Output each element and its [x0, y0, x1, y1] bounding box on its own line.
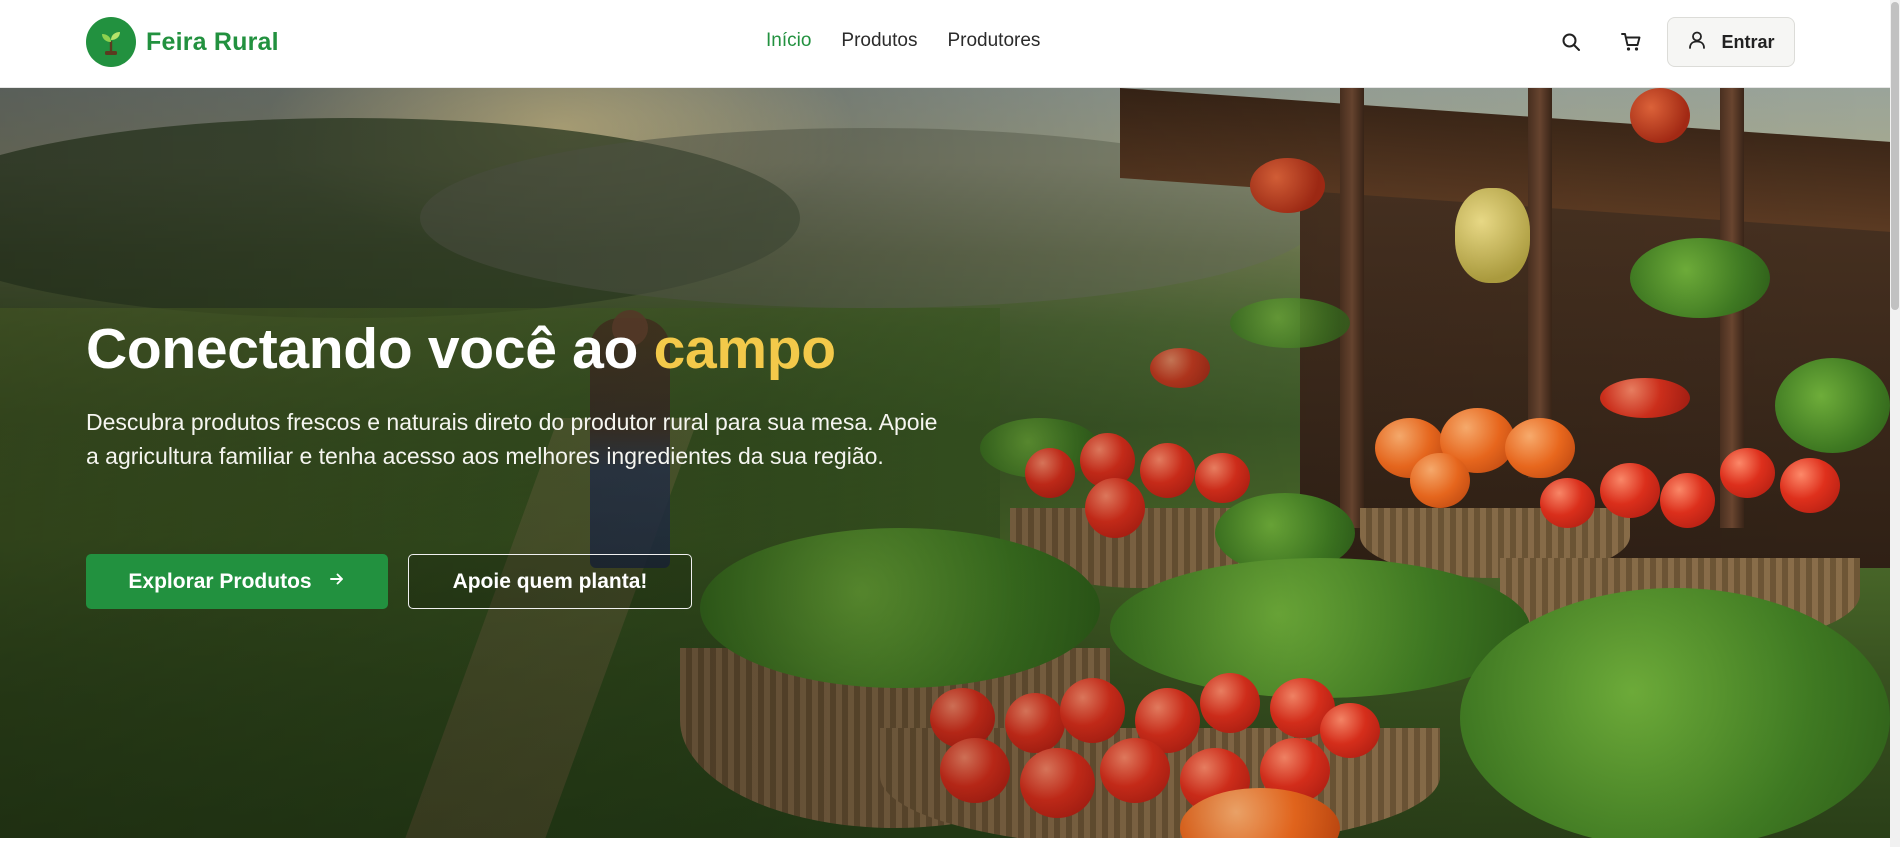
- support-growers-button[interactable]: Apoie quem planta!: [408, 554, 692, 609]
- hero-title-accent: campo: [653, 317, 837, 381]
- sprout-icon: [86, 17, 136, 67]
- hero-title-main: Conectando você ao: [86, 317, 654, 381]
- hero-section: Conectando você ao campo Descubra produt…: [0, 88, 1890, 838]
- page-scrollbar[interactable]: [1890, 0, 1900, 847]
- nav-item-produtores[interactable]: Produtores: [947, 30, 1040, 52]
- hero-title: Conectando você ao campo: [86, 318, 966, 381]
- scrollbar-thumb[interactable]: [1891, 2, 1899, 310]
- brand-logo[interactable]: Feira Rural: [86, 17, 279, 67]
- hero-description: Descubra produtos frescos e naturais dir…: [86, 408, 938, 470]
- user-icon: [1687, 30, 1707, 55]
- nav-item-produtos[interactable]: Produtos: [841, 30, 917, 52]
- hero-content: Conectando você ao campo Descubra produt…: [86, 318, 966, 474]
- explore-products-label: Explorar Produtos: [128, 569, 312, 593]
- explore-products-button[interactable]: Explorar Produtos: [86, 554, 388, 609]
- search-icon[interactable]: [1555, 26, 1587, 58]
- nav-item-inicio[interactable]: Início: [766, 30, 811, 52]
- login-button[interactable]: Entrar: [1667, 17, 1795, 67]
- login-label: Entrar: [1721, 31, 1775, 52]
- brand-name: Feira Rural: [146, 27, 279, 56]
- cart-icon[interactable]: [1615, 26, 1647, 58]
- support-growers-label: Apoie quem planta!: [452, 569, 648, 593]
- site-header: Feira Rural Início Produtos Produtores E…: [0, 0, 1890, 88]
- main-nav: Início Produtos Produtores: [766, 30, 1040, 52]
- arrow-right-icon: [328, 570, 346, 594]
